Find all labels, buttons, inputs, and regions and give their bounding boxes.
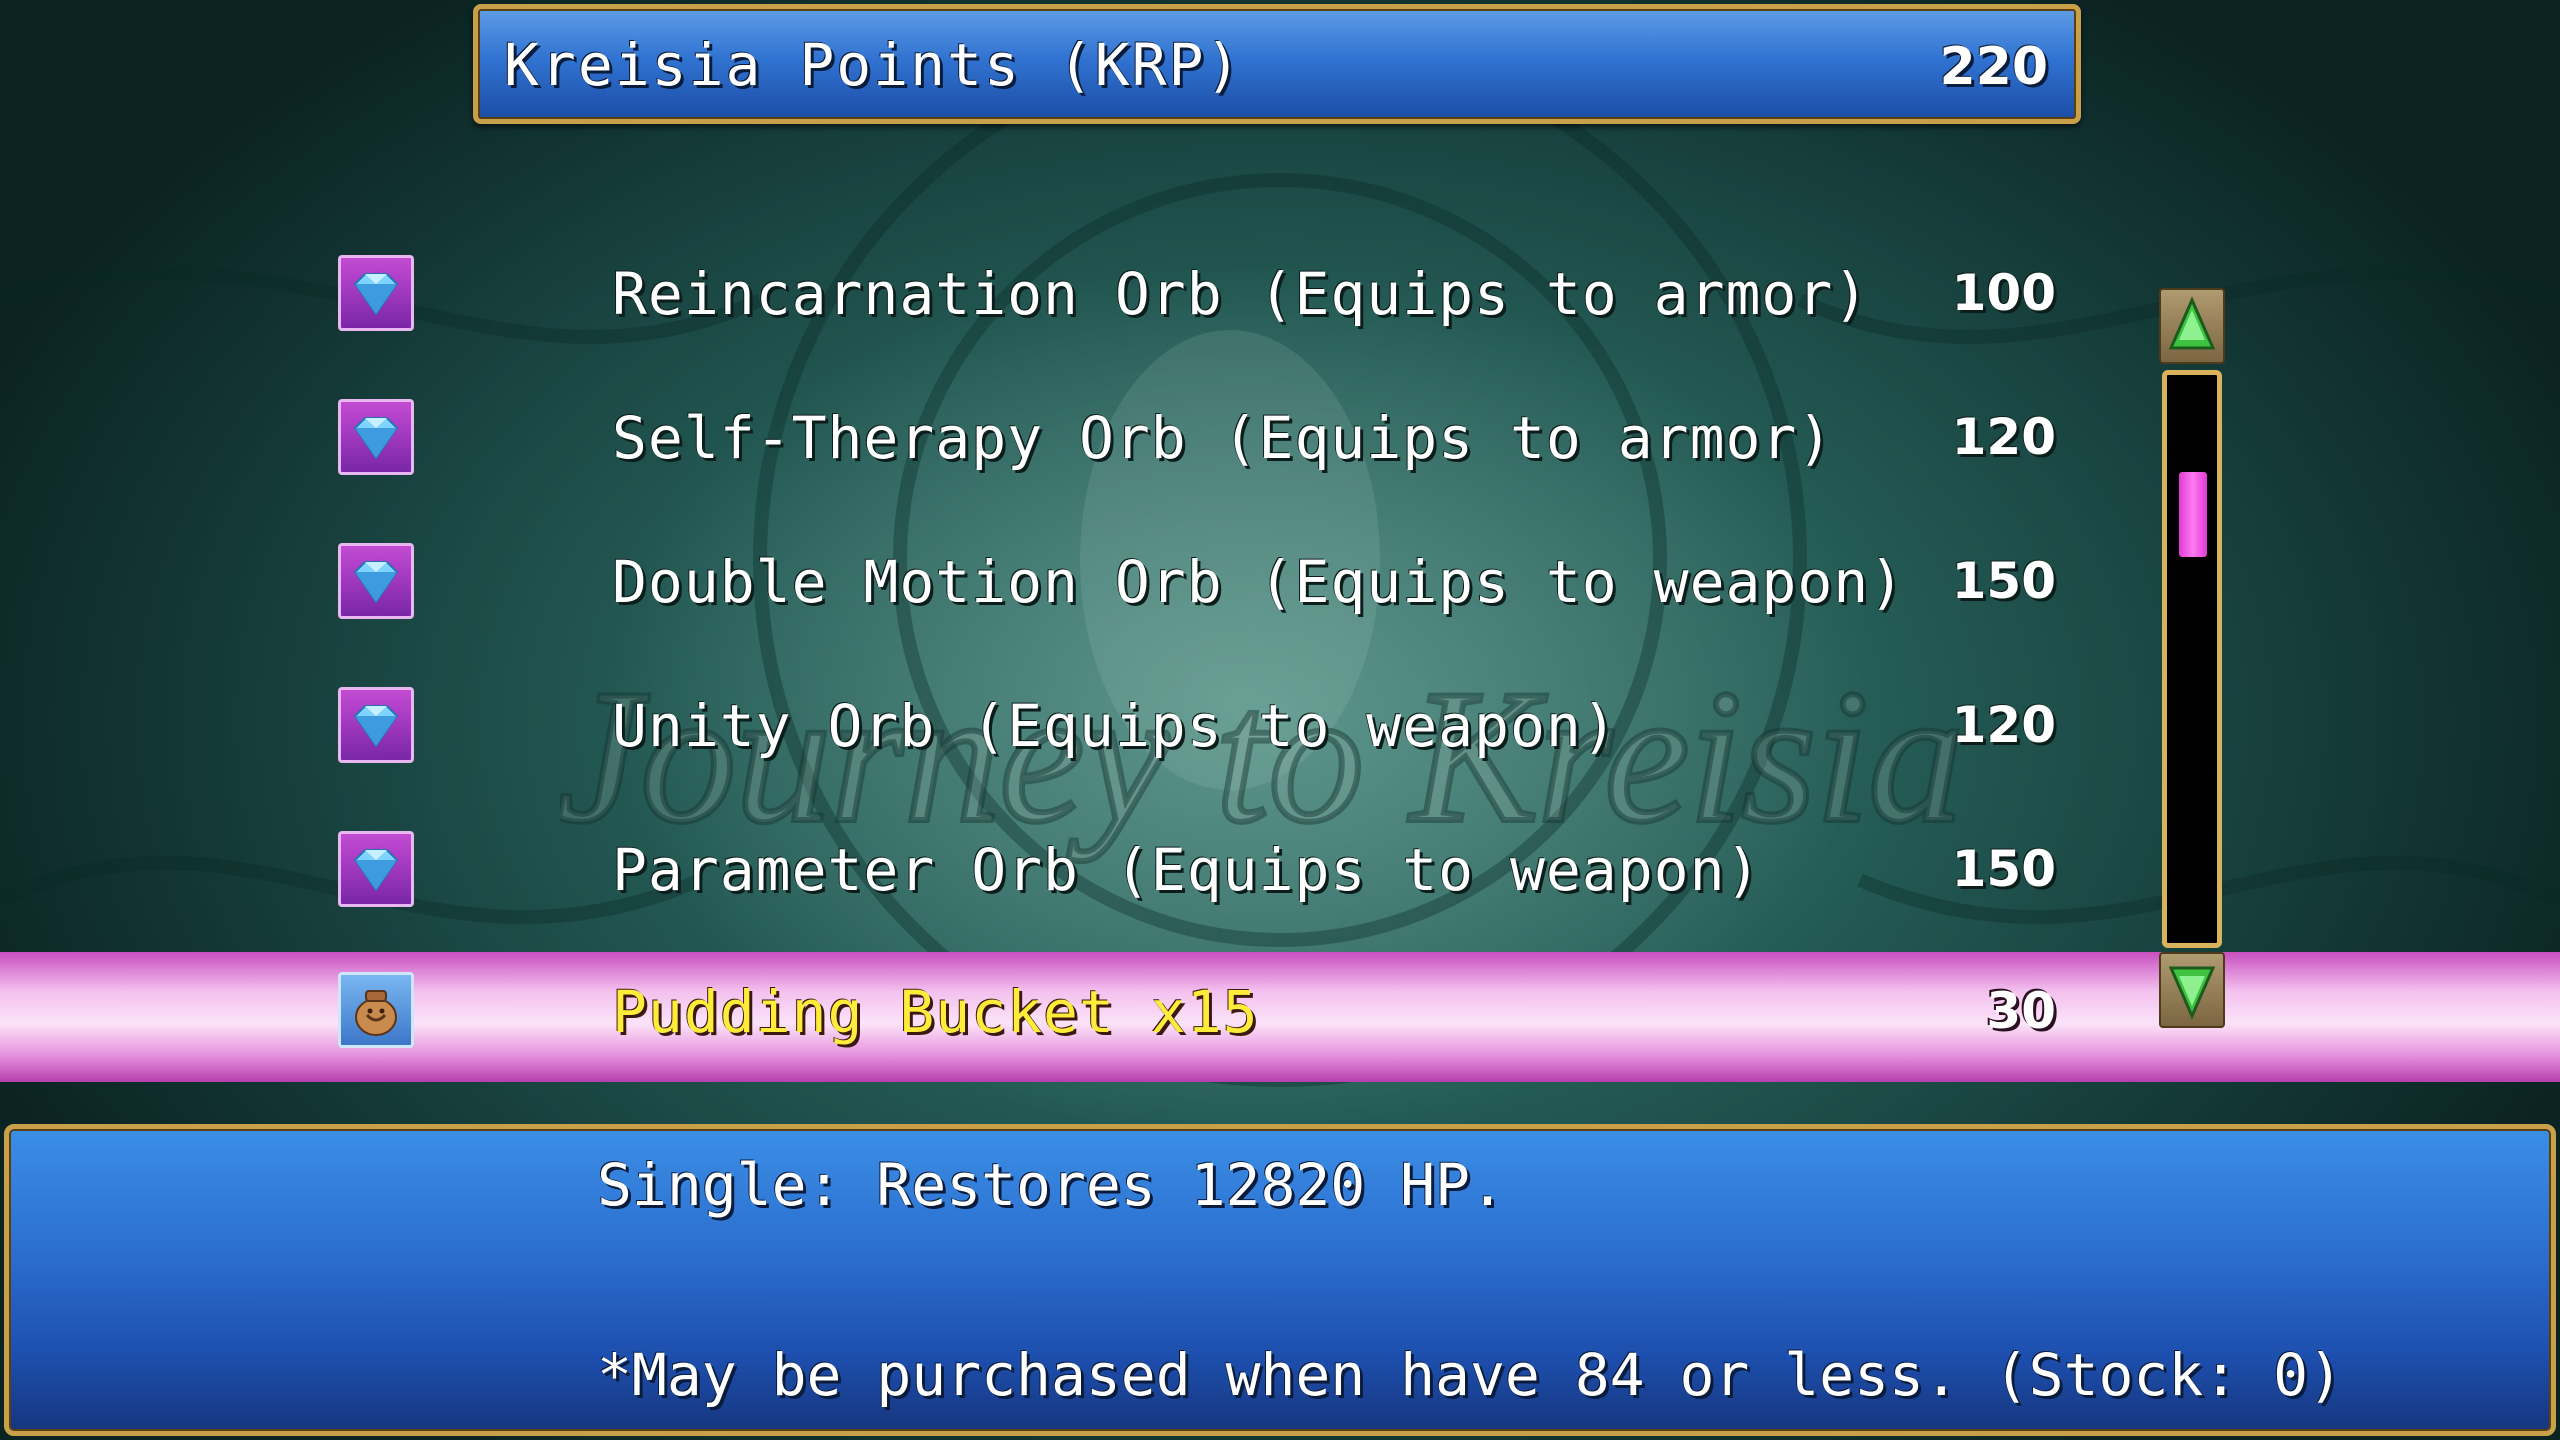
item-price: 150	[1951, 840, 2056, 898]
points-value: 220	[1939, 37, 2048, 97]
item-description-condition: *May be purchased when have 84 or less. …	[597, 1341, 2343, 1409]
item-price: 100	[1951, 264, 2056, 322]
item-name: Reincarnation Orb (Equips to armor)	[612, 260, 1870, 328]
scroll-thumb[interactable]	[2179, 472, 2207, 557]
item-price: 120	[1951, 696, 2056, 754]
item-name: Parameter Orb (Equips to weapon)	[612, 836, 1762, 904]
item-name: Unity Orb (Equips to weapon)	[612, 692, 1618, 760]
scroll-down-arrow-icon[interactable]	[2159, 952, 2225, 1028]
item-description-window: Single: Restores 12820 HP. *May be purch…	[4, 1124, 2556, 1436]
item-price: 150	[1951, 552, 2056, 610]
list-scrollbar[interactable]	[2159, 288, 2225, 1028]
points-window: Kreisia Points (KRP) 220	[473, 4, 2081, 124]
item-name: Pudding Bucket x15	[612, 978, 1259, 1046]
item-price: 30	[1986, 982, 2056, 1040]
gem-icon	[338, 255, 414, 331]
gem-icon	[338, 543, 414, 619]
item-price: 120	[1951, 408, 2056, 466]
item-description-effect: Single: Restores 12820 HP.	[597, 1151, 1505, 1219]
pudding-bag-icon	[338, 972, 414, 1048]
gem-icon	[338, 687, 414, 763]
scroll-up-arrow-icon[interactable]	[2159, 288, 2225, 364]
scroll-track[interactable]	[2162, 370, 2222, 948]
item-name: Self-Therapy Orb (Equips to armor)	[612, 404, 1834, 472]
gem-icon	[338, 831, 414, 907]
points-label: Kreisia Points (KRP)	[504, 31, 1243, 99]
item-name: Double Motion Orb (Equips to weapon)	[612, 548, 1906, 616]
gem-icon	[338, 399, 414, 475]
